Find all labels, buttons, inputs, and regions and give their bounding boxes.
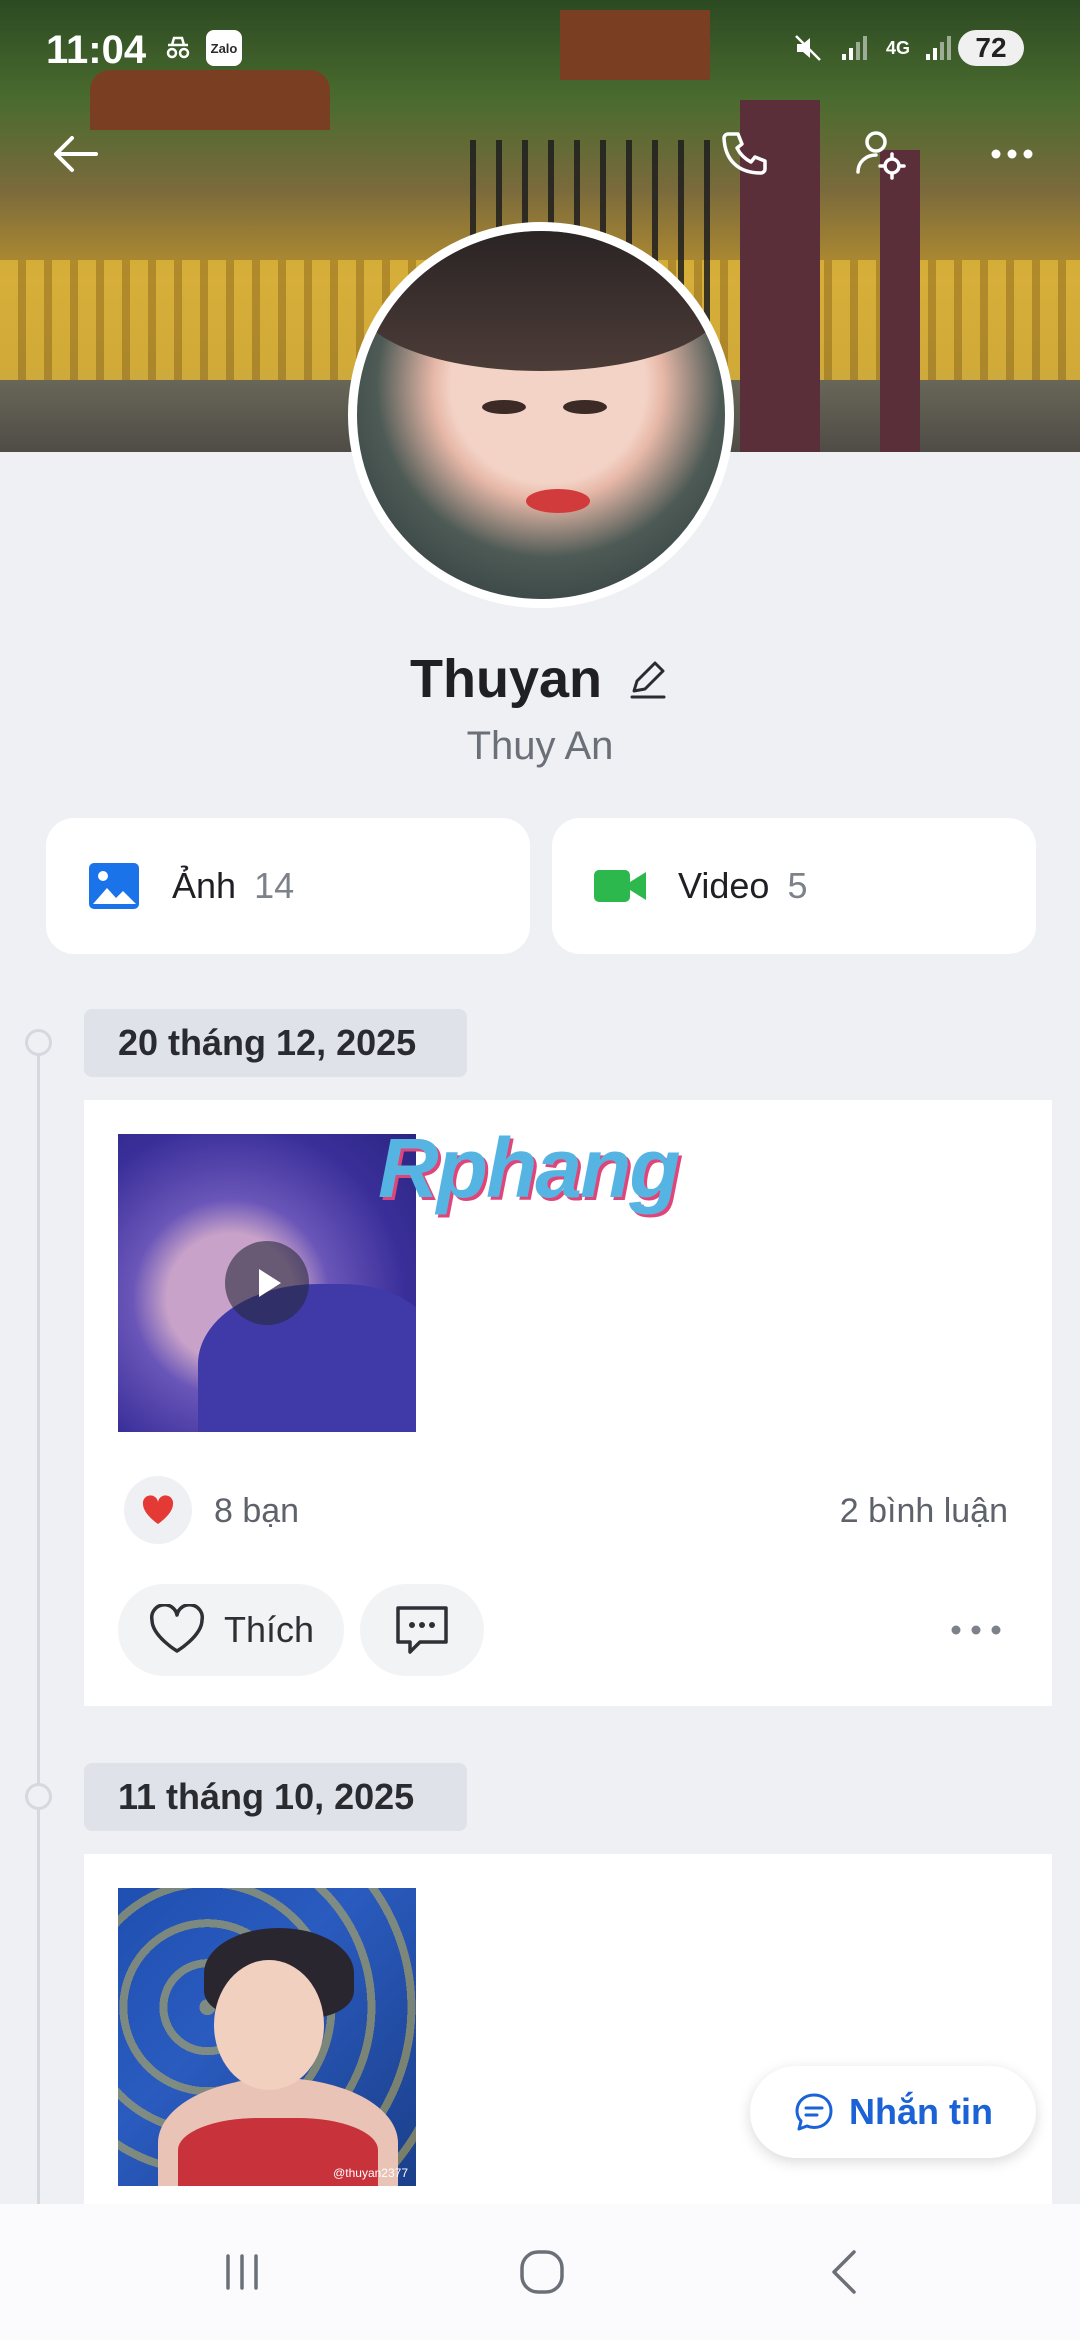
profile-name-row: Thuyan [0, 648, 1080, 710]
comment-count[interactable]: 2 bình luận [840, 1492, 1008, 1531]
status-time: 11:04 [46, 28, 147, 72]
videos-count: 5 [787, 865, 808, 906]
signal-icon [836, 30, 872, 66]
heart-outline-icon [150, 1604, 204, 1653]
reaction-bubble[interactable] [124, 1476, 192, 1544]
more-horizontal-icon [951, 1625, 1001, 1635]
timeline-dot [25, 1783, 52, 1810]
post-more-button[interactable] [944, 1610, 1008, 1650]
thumbnail-blanket [198, 1284, 416, 1432]
zalo-app-icon: Zalo [206, 30, 242, 66]
post-date: 11 tháng 10, 2025 [84, 1763, 467, 1831]
network-type: 4G [885, 37, 910, 58]
photos-label: Ảnh [172, 865, 237, 906]
avatar-lips [526, 488, 591, 513]
thumbnail-face [214, 1960, 324, 2090]
like-label: Thích [224, 1609, 315, 1650]
image-icon [89, 863, 139, 909]
status-bar: 11:04 Zalo 4G 72 [0, 0, 1080, 100]
photos-card[interactable]: Ảnh 14 [46, 818, 530, 954]
reaction-count[interactable]: 8 bạn [214, 1492, 299, 1531]
chevron-left-icon [832, 2250, 856, 2294]
signal-icon [920, 30, 956, 66]
post-date: 20 tháng 12, 2025 [84, 1009, 467, 1077]
photos-count: 14 [254, 865, 295, 906]
phone-icon [722, 132, 767, 175]
videos-label: Video [678, 865, 770, 906]
timeline-line [37, 1040, 40, 2220]
like-button[interactable]: Thích [118, 1584, 344, 1676]
profile-real-name: Thuy An [466, 724, 614, 768]
system-nav-bar [0, 2204, 1080, 2340]
profile-settings-button[interactable] [844, 118, 916, 190]
avatar-eye [563, 400, 608, 415]
user-settings-icon [856, 131, 906, 180]
avatar-hair [357, 231, 725, 371]
send-message-label: Nhắn tin [849, 2091, 993, 2132]
comment-icon [396, 1606, 448, 1654]
post-image-thumbnail[interactable]: @thuyan2377 [118, 1888, 416, 2186]
back-button[interactable] [40, 118, 112, 190]
back-nav-button[interactable] [806, 2240, 886, 2304]
recent-apps-icon [226, 2254, 258, 2290]
heart-icon [142, 1495, 174, 1524]
watermark-logo: Rphang [378, 1121, 681, 1215]
recent-apps-button[interactable] [202, 2240, 282, 2304]
chat-bubble-icon [795, 2093, 833, 2131]
comment-button[interactable] [360, 1584, 484, 1676]
play-icon [259, 1269, 281, 1297]
mute-icon [790, 30, 826, 66]
home-button[interactable] [502, 2240, 582, 2304]
edit-pencil-icon[interactable] [626, 657, 670, 701]
timeline-dot [25, 1029, 52, 1056]
arrow-left-icon [54, 136, 98, 172]
call-button[interactable] [708, 118, 780, 190]
more-options-button[interactable] [976, 118, 1048, 190]
post-video-thumbnail[interactable] [118, 1134, 416, 1432]
send-message-button[interactable]: Nhắn tin [750, 2066, 1036, 2158]
avatar-eye [482, 400, 527, 415]
video-camera-icon [594, 870, 646, 902]
thumbnail-tag: @thuyan2377 [333, 2166, 408, 2180]
profile-display-name: Thuyan [409, 649, 602, 709]
videos-card[interactable]: Video 5 [552, 818, 1036, 954]
incognito-icon [160, 30, 196, 66]
more-horizontal-icon [991, 149, 1033, 159]
cover-pillar [880, 150, 920, 452]
avatar[interactable] [348, 222, 734, 608]
play-button[interactable] [225, 1241, 309, 1325]
battery-indicator: 72 [958, 30, 1024, 66]
home-icon [520, 2250, 564, 2294]
